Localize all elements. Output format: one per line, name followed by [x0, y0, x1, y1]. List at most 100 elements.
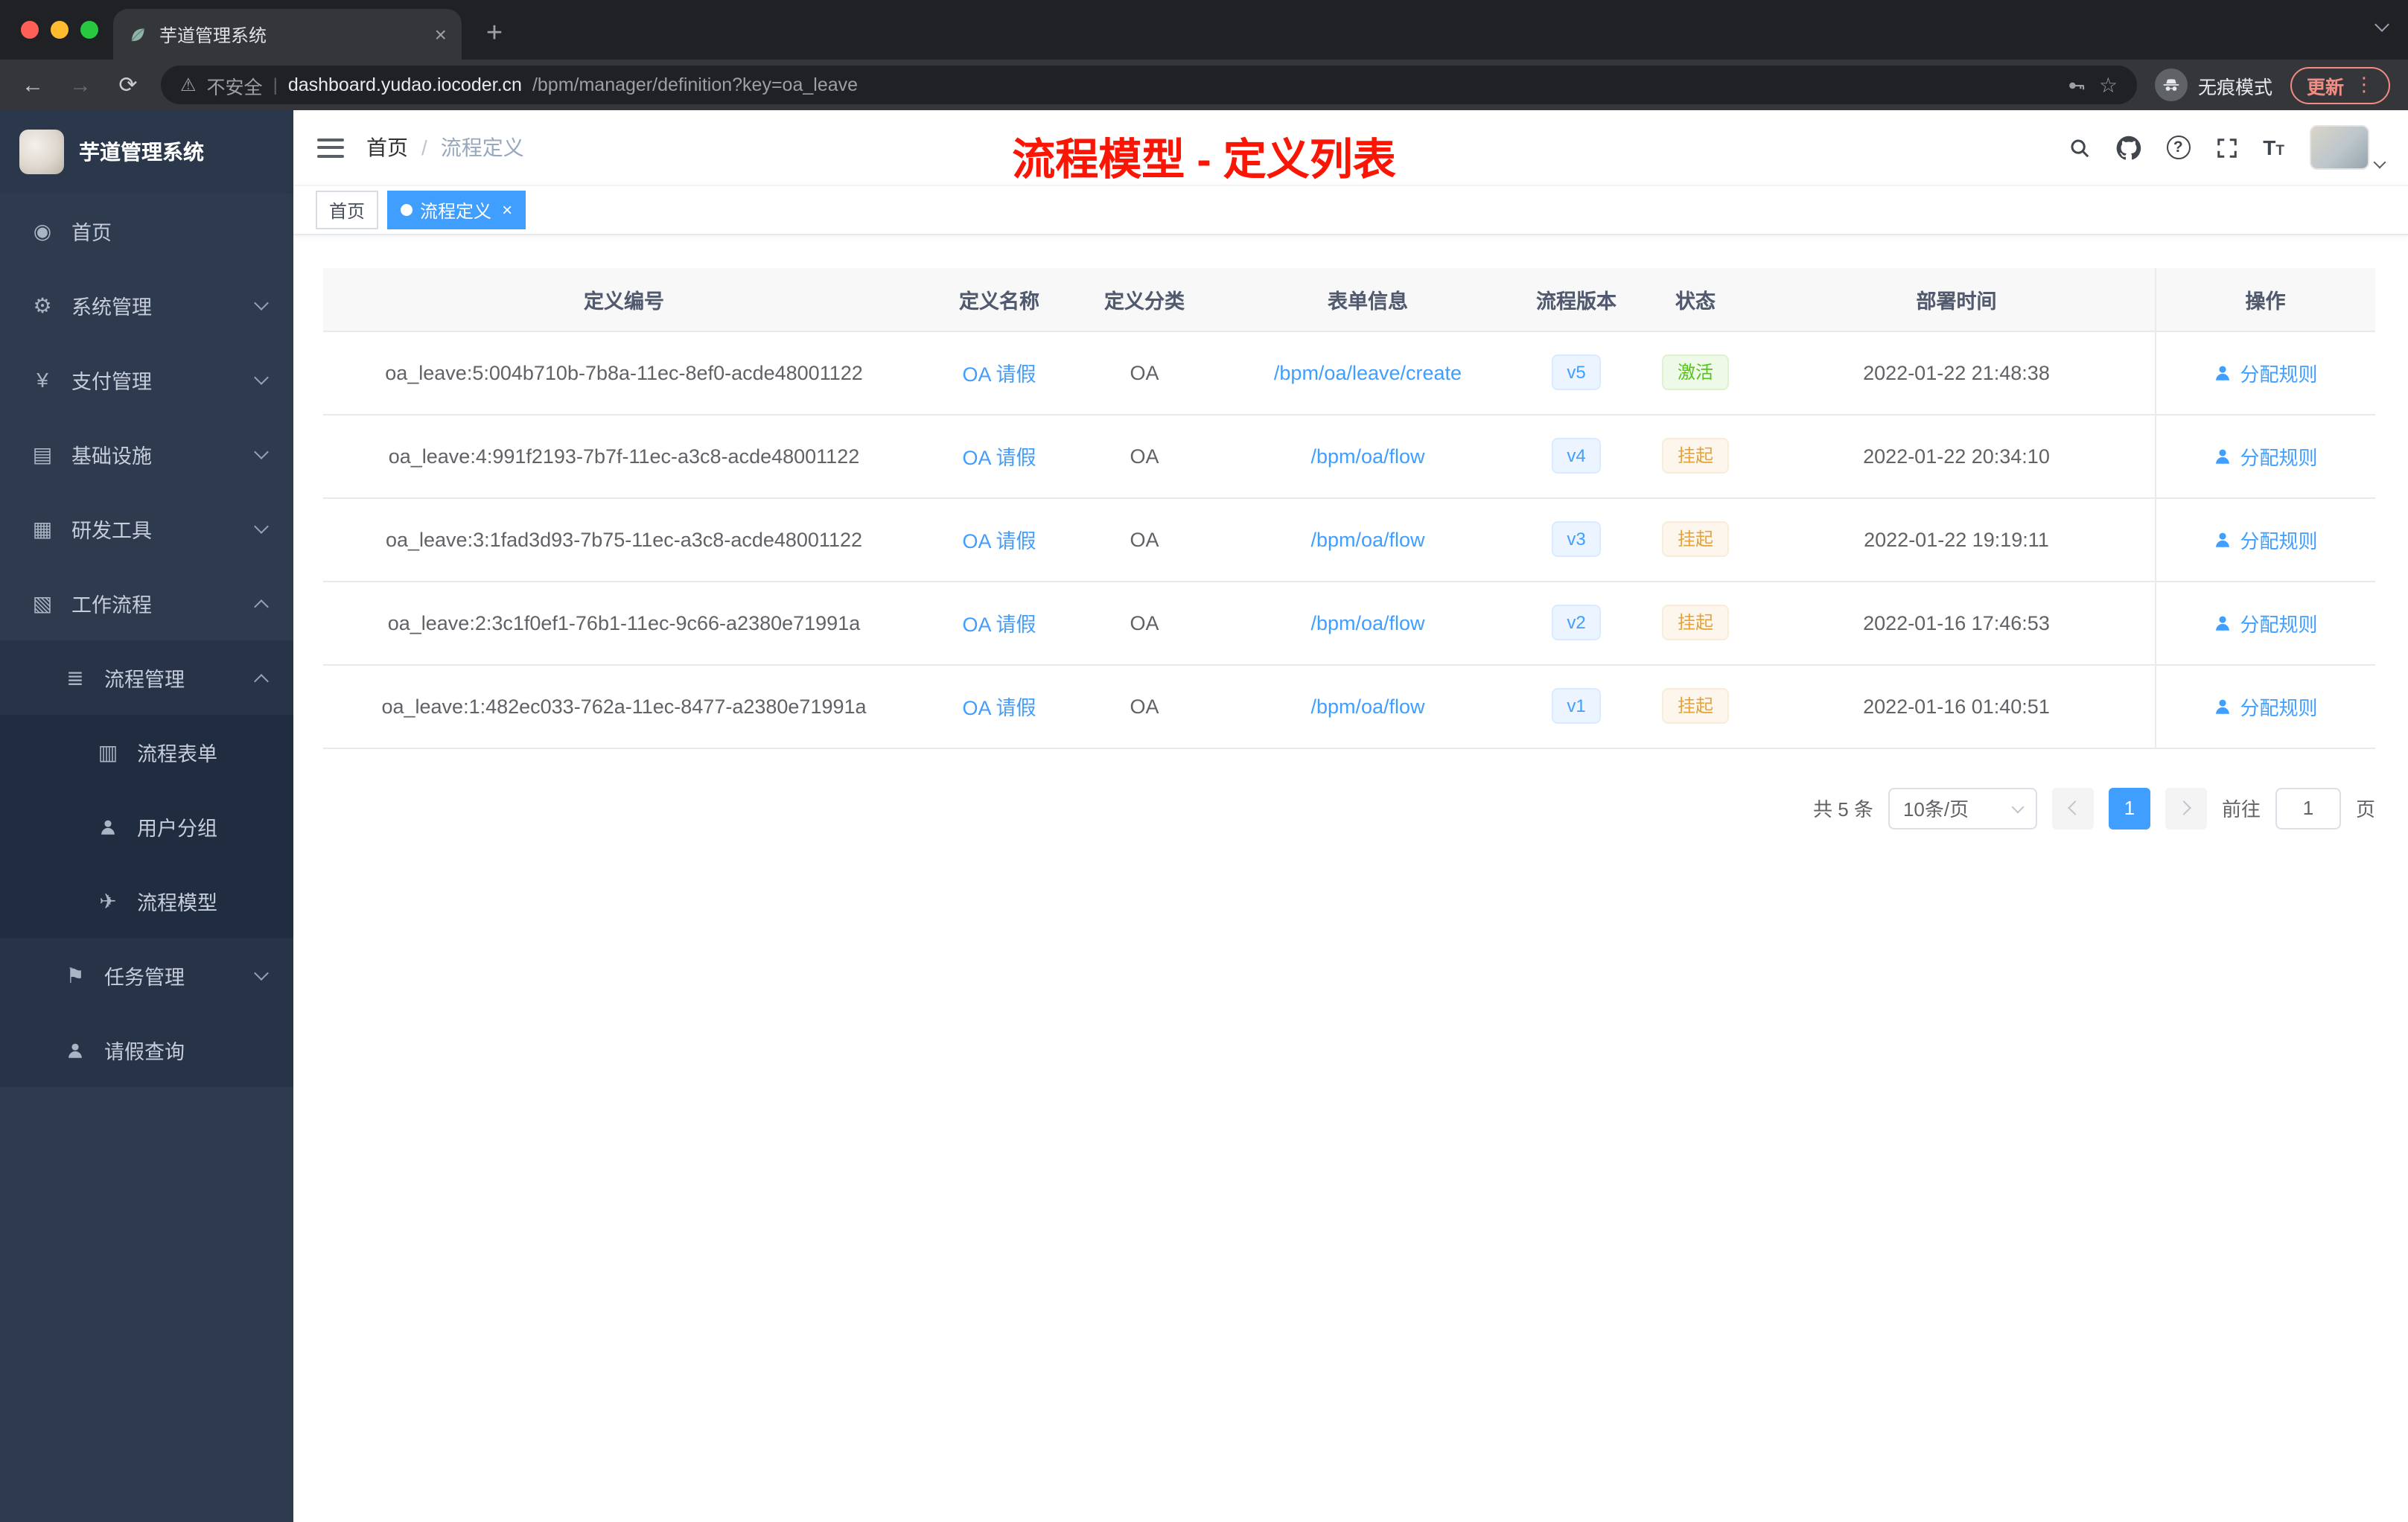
url-bar[interactable]: ⚠ 不安全 | dashboard.yudao.iocoder.cn/bpm/m…: [161, 66, 2137, 104]
sidebar-item-task-mgmt[interactable]: ⚑ 任务管理: [0, 938, 293, 1013]
tag-label: 首页: [329, 200, 366, 221]
chevron-right-icon: [2176, 800, 2191, 815]
chevron-down-icon: [254, 370, 269, 385]
tag-close-icon[interactable]: ×: [502, 200, 512, 220]
new-tab-button[interactable]: +: [474, 13, 515, 55]
column-header: 操作: [2154, 268, 2375, 331]
assign-rule-link[interactable]: 分配规则: [2213, 525, 2318, 553]
help-icon[interactable]: ?: [2166, 136, 2191, 159]
sidebar-item-workflow[interactable]: ▧ 工作流程: [0, 566, 293, 640]
column-header: 定义编号: [323, 268, 925, 331]
forward-button[interactable]: →: [66, 72, 95, 98]
font-size-icon[interactable]: TT: [2263, 136, 2284, 159]
maximize-window-button[interactable]: [80, 21, 98, 39]
goto-page-input[interactable]: [2275, 787, 2341, 829]
tasks-icon: ⚑: [66, 963, 85, 987]
list-icon: ≣: [66, 665, 84, 689]
user-icon: [2216, 615, 2230, 630]
breadcrumb: 首页 / 流程定义: [366, 133, 524, 162]
sidebar-item-leave-query[interactable]: 请假查询: [0, 1013, 293, 1087]
tab-close-icon[interactable]: ×: [435, 22, 447, 46]
definition-name-link[interactable]: OA 请假: [962, 363, 1036, 386]
security-indicator[interactable]: 不安全: [207, 71, 263, 99]
cell-deploy-time: 2022-01-16 01:40:51: [1759, 664, 2155, 748]
user-icon: [69, 1042, 82, 1057]
assign-rule-link[interactable]: 分配规则: [2213, 358, 2318, 386]
goto-label: 前往: [2221, 798, 2261, 821]
tabstrip-chevron-down-icon[interactable]: [2374, 17, 2389, 32]
search-icon[interactable]: [2068, 136, 2090, 159]
sidebar-item-system[interactable]: ⚙ 系统管理: [0, 268, 293, 343]
assign-rule-link[interactable]: 分配规则: [2213, 608, 2318, 637]
prev-page-button[interactable]: [2051, 787, 2094, 829]
update-label: 更新: [2306, 77, 2344, 98]
tag-home[interactable]: 首页: [316, 191, 379, 229]
definition-name-link[interactable]: OA 请假: [962, 697, 1036, 719]
chevron-up-icon: [254, 673, 269, 688]
sidebar-item-infra[interactable]: ▤ 基础设施: [0, 417, 293, 491]
definition-name-link[interactable]: OA 请假: [962, 614, 1036, 636]
url-divider: |: [273, 74, 278, 95]
tags-bar: 首页 流程定义 ×: [293, 185, 2408, 235]
close-window-button[interactable]: [21, 21, 39, 39]
reload-button[interactable]: ⟳: [113, 71, 143, 98]
sidebar-item-user-group[interactable]: 用户分组: [0, 789, 293, 864]
chevron-up-icon: [254, 599, 269, 614]
main-content: 首页 / 流程定义 ? T T 首页 流程定义 × 定义编号 定义名称 定义分类…: [293, 110, 2408, 1522]
browser-tab[interactable]: 芋道管理系统 ×: [113, 9, 462, 60]
assign-rule-link[interactable]: 分配规则: [2213, 692, 2318, 720]
column-header: 定义分类: [1074, 268, 1215, 331]
cell-category: OA: [1074, 664, 1215, 748]
minimize-window-button[interactable]: [51, 21, 69, 39]
breadcrumb-separator: /: [421, 136, 427, 159]
cell-definition-id: oa_leave:1:482ec033-762a-11ec-8477-a2380…: [323, 664, 925, 748]
hamburger-icon[interactable]: [317, 138, 344, 157]
definition-table: 定义编号 定义名称 定义分类 表单信息 流程版本 状态 部署时间 操作 oa_leave:5:…: [323, 268, 2375, 748]
next-page-button[interactable]: [2165, 787, 2207, 829]
browser-toolbar: ← → ⟳ ⚠ 不安全 | dashboard.yudao.iocoder.cn…: [0, 60, 2408, 110]
sidebar-item-devtools[interactable]: ▦ 研发工具: [0, 491, 293, 566]
key-icon[interactable]: [2066, 74, 2089, 96]
sidebar-item-process-form[interactable]: ▥ 流程表单: [0, 715, 293, 789]
home-icon: ◉: [33, 218, 52, 242]
tab-title: 芋道管理系统: [159, 25, 267, 45]
form-link[interactable]: /bpm/oa/leave/create: [1274, 361, 1462, 383]
definition-name-link[interactable]: OA 请假: [962, 447, 1036, 469]
user-icon: [2216, 532, 2230, 547]
column-header: 状态: [1632, 268, 1759, 331]
chevron-down-icon: [254, 296, 269, 311]
bookmark-star-icon[interactable]: ☆: [2099, 72, 2118, 98]
gear-icon: ⚙: [33, 293, 52, 316]
back-button[interactable]: ←: [18, 72, 48, 98]
sidebar-item-label: 研发工具: [71, 520, 152, 542]
update-button[interactable]: 更新 ⋮: [2290, 66, 2390, 104]
tag-process-definition[interactable]: 流程定义 ×: [387, 191, 526, 229]
github-icon[interactable]: [2115, 135, 2141, 160]
sidebar-item-label: 任务管理: [104, 967, 185, 989]
form-link[interactable]: /bpm/oa/flow: [1310, 528, 1424, 550]
user-avatar[interactable]: [2310, 125, 2386, 170]
version-badge: v3: [1552, 521, 1601, 557]
current-page-button[interactable]: 1: [2108, 787, 2150, 829]
page-size-select[interactable]: 10条/页: [1888, 787, 2037, 829]
assign-rule-link[interactable]: 分配规则: [2213, 442, 2318, 470]
menu-dots-icon[interactable]: ⋮: [2354, 73, 2374, 97]
table-row: oa_leave:5:004b710b-7b8a-11ec-8ef0-acde4…: [323, 331, 2375, 415]
form-link[interactable]: /bpm/oa/flow: [1310, 695, 1424, 717]
fullscreen-icon[interactable]: [2215, 136, 2237, 159]
app-frame: 芋道管理系统 ◉ 首页 ⚙ 系统管理 ¥ 支付管理 ▤ 基础设施 ▦ 研发工具 ▧ 工作流程 ≣ 流程管理…: [0, 110, 2408, 1522]
table-row: oa_leave:1:482ec033-762a-11ec-8477-a2380…: [323, 664, 2375, 748]
chevron-left-icon: [2068, 800, 2083, 815]
sidebar-item-process-mgmt[interactable]: ≣ 流程管理: [0, 640, 293, 715]
table-body: oa_leave:5:004b710b-7b8a-11ec-8ef0-acde4…: [323, 331, 2375, 748]
sidebar-item-label: 用户分组: [137, 818, 217, 840]
sidebar-item-payment[interactable]: ¥ 支付管理: [0, 343, 293, 417]
form-link[interactable]: /bpm/oa/flow: [1310, 445, 1424, 467]
sidebar-item-process-model[interactable]: ✈ 流程模型: [0, 864, 293, 938]
annotation-title: 流程模型 - 定义列表: [1012, 137, 1396, 185]
definition-name-link[interactable]: OA 请假: [962, 530, 1036, 553]
sidebar-item-home[interactable]: ◉ 首页: [0, 194, 293, 268]
breadcrumb-home[interactable]: 首页: [366, 133, 408, 162]
incognito-label: 无痕模式: [2197, 77, 2272, 98]
form-link[interactable]: /bpm/oa/flow: [1310, 611, 1424, 634]
